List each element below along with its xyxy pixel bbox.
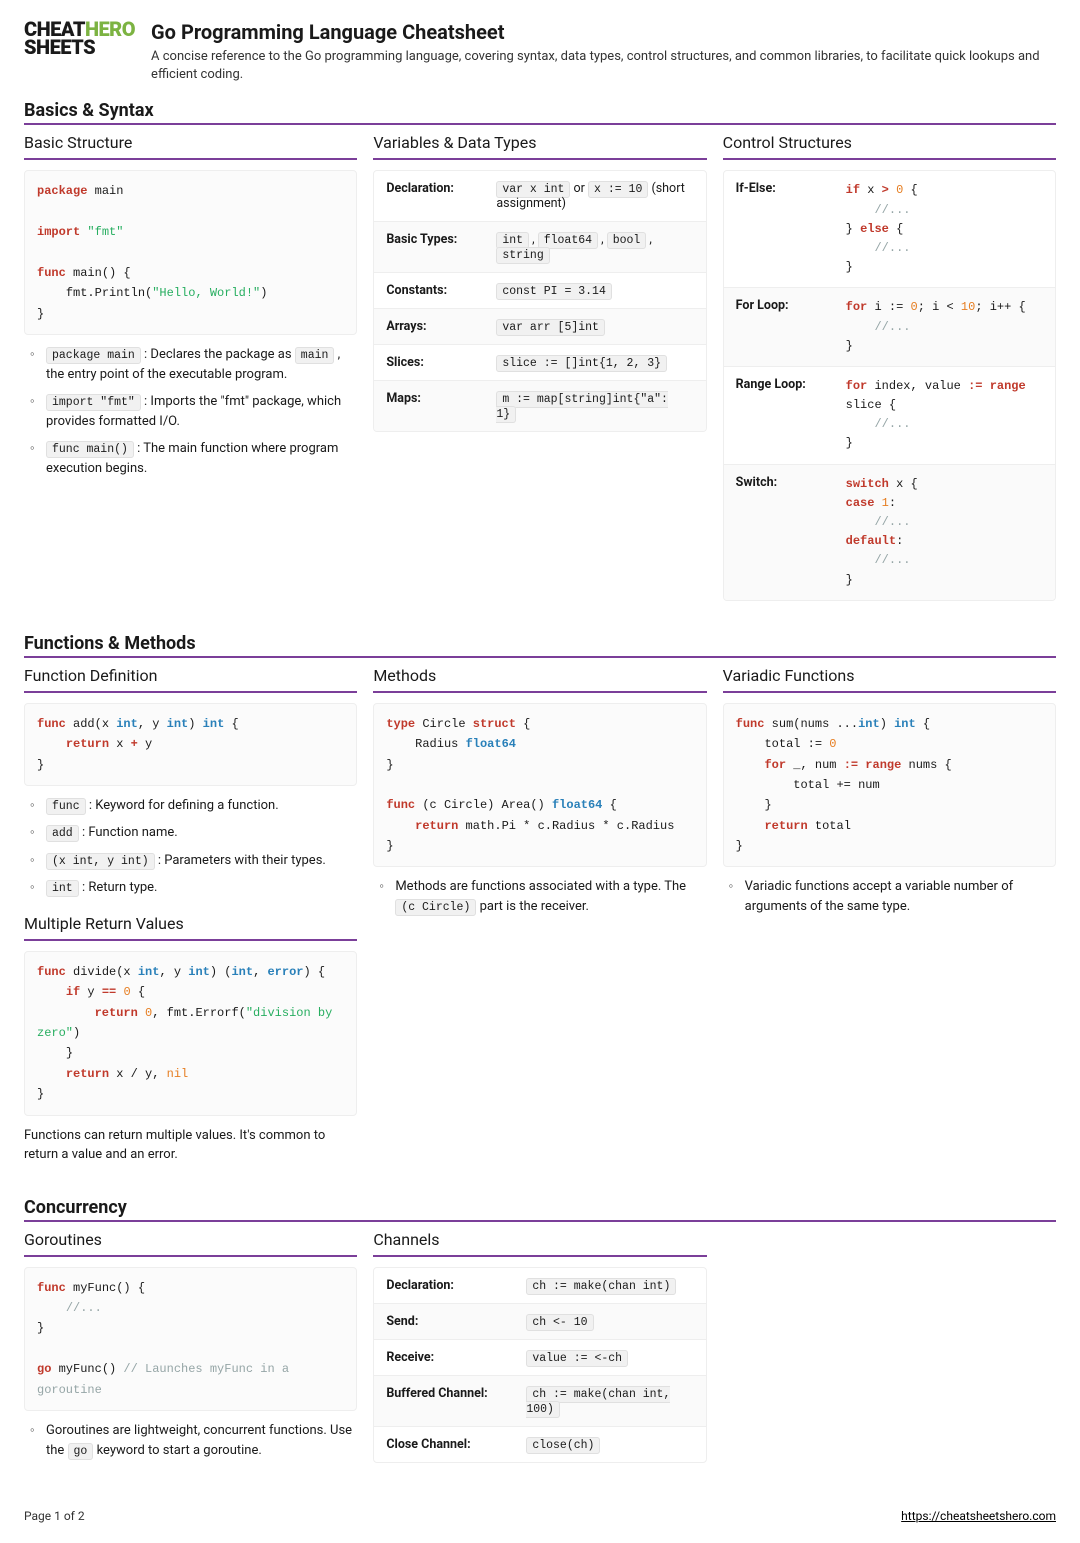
code-func-defn: func add(x int, y int) int { return x + … [24, 703, 357, 786]
notes-basic-structure: package main : Declares the package as m… [24, 345, 357, 478]
notes-func-defn: func : Keyword for defining a function. … [24, 796, 357, 898]
card-title: Multiple Return Values [24, 914, 357, 933]
card-title: Function Definition [24, 666, 357, 685]
logo-line2: SHEETS [24, 38, 135, 56]
card-title: Basic Structure [24, 133, 357, 152]
card-methods: Methods type Circle struct { Radius floa… [373, 666, 706, 933]
card-basic-structure: Basic Structure package main import "fmt… [24, 133, 357, 494]
page-number: Page 1 of 2 [24, 1509, 85, 1523]
card-channels: Channels Declaration:ch := make(chan int… [373, 1230, 706, 1479]
table-variables: Declaration:var x int or x := 10 (short … [373, 170, 706, 432]
table-channels: Declaration:ch := make(chan int) Send:ch… [373, 1267, 706, 1463]
card-title: Variables & Data Types [373, 133, 706, 152]
card-title: Control Structures [723, 133, 1056, 152]
card-goroutines: Goroutines func myFunc() { //... } go my… [24, 1230, 357, 1476]
card-variables: Variables & Data Types Declaration:var x… [373, 133, 706, 448]
title-block: Go Programming Language Cheatsheet A con… [151, 20, 1056, 84]
section-basics-heading: Basics & Syntax [24, 100, 1056, 125]
footer-link[interactable]: https://cheatsheetshero.com [901, 1509, 1056, 1523]
notes-variadic: Variadic functions accept a variable num… [723, 877, 1056, 916]
card-title: Channels [373, 1230, 706, 1249]
section-functions-heading: Functions & Methods [24, 633, 1056, 658]
page-footer: Page 1 of 2 https://cheatsheetshero.com [24, 1509, 1056, 1523]
card-title: Methods [373, 666, 706, 685]
notes-methods: Methods are functions associated with a … [373, 877, 706, 916]
code-variadic: func sum(nums ...int) int { total := 0 f… [723, 703, 1056, 868]
card-variadic: Variadic Functions func sum(nums ...int)… [723, 666, 1056, 933]
page-subtitle: A concise reference to the Go programmin… [151, 48, 1056, 84]
logo: CHEATHERO SHEETS [24, 20, 135, 84]
card-function-definition: Function Definition func add(x int, y in… [24, 666, 357, 1181]
card-title: Goroutines [24, 1230, 357, 1249]
code-mult-return: func divide(x int, y int) (int, error) {… [24, 951, 357, 1116]
table-control: If-Else:if x > 0 { //... } else { //... … [723, 170, 1056, 600]
section-concurrency-heading: Concurrency [24, 1197, 1056, 1222]
code-basic-structure: package main import "fmt" func main() { … [24, 170, 357, 335]
code-methods: type Circle struct { Radius float64 } fu… [373, 703, 706, 868]
page-header: CHEATHERO SHEETS Go Programming Language… [24, 20, 1056, 84]
page-title: Go Programming Language Cheatsheet [151, 20, 1056, 44]
card-title: Variadic Functions [723, 666, 1056, 685]
card-control: Control Structures If-Else:if x > 0 { //… [723, 133, 1056, 616]
para-mult-return: Functions can return multiple values. It… [24, 1126, 357, 1165]
code-goroutines: func myFunc() { //... } go myFunc() // L… [24, 1267, 357, 1411]
notes-goroutines: Goroutines are lightweight, concurrent f… [24, 1421, 357, 1460]
